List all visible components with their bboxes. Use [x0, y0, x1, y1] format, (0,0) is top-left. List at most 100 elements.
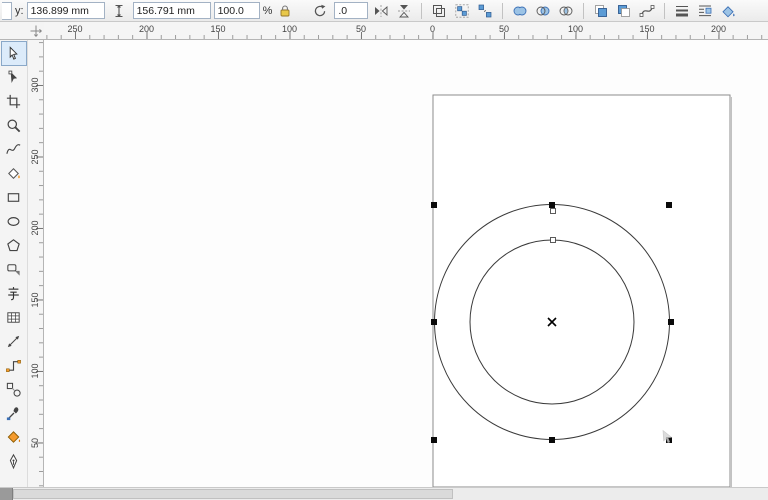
- toolbox-item-parallel-dimension-tool[interactable]: [2, 330, 26, 353]
- crop-tool-icon: [5, 93, 22, 110]
- selection-handle-middle-left[interactable]: [431, 319, 437, 325]
- horizontal-ruler[interactable]: 250 200 150 100 50 0 50 100 150 200: [44, 22, 768, 40]
- y-label: y:: [15, 5, 24, 17]
- h-ruler-label: 0: [430, 24, 435, 34]
- separator: [421, 3, 422, 19]
- ruler-corner[interactable]: [0, 22, 44, 40]
- rotation-angle-input[interactable]: [334, 2, 368, 19]
- toolbox-item-zoom-tool[interactable]: [2, 114, 26, 137]
- mirror-vertical-button[interactable]: [394, 1, 414, 21]
- wrap-text-button[interactable]: [695, 1, 715, 21]
- h-ruler-label: 200: [711, 24, 726, 34]
- percent-label: %: [263, 5, 273, 17]
- to-back-icon: [616, 3, 632, 19]
- parallel-dimension-tool-icon: [5, 333, 22, 350]
- v-ruler-label: 200: [30, 220, 40, 235]
- toolbox-item-freehand-tool[interactable]: [2, 138, 26, 161]
- vertical-ruler[interactable]: 300 250 200 150 100 50: [28, 40, 44, 487]
- selection-handle-top-left[interactable]: [431, 202, 437, 208]
- toolbox-item-polygon-tool[interactable]: [2, 234, 26, 257]
- intersect-icon: [558, 3, 574, 19]
- color-eyedropper-tool-icon: [5, 405, 22, 422]
- toolbox-item-blend-tool[interactable]: [2, 378, 26, 401]
- mirror-horizontal-icon: [373, 3, 389, 19]
- toolbox-item-smart-fill-tool[interactable]: [2, 162, 26, 185]
- toolbox-item-interactive-fill-tool[interactable]: [2, 426, 26, 449]
- y-position-input[interactable]: [27, 2, 105, 19]
- pick-tool-icon: [5, 45, 22, 62]
- selection-handle-top-right[interactable]: [666, 202, 672, 208]
- shape-tool-icon: [5, 69, 22, 86]
- toolbox-item-ellipse-tool[interactable]: [2, 210, 26, 233]
- group-button[interactable]: [452, 1, 472, 21]
- straight-line-connector-tool-icon: [5, 357, 22, 374]
- v-ruler-label: 250: [30, 149, 40, 164]
- mirror-horizontal-button[interactable]: [371, 1, 391, 21]
- edit-fill-button[interactable]: [718, 1, 738, 21]
- canvas-svg: [44, 40, 768, 487]
- page: [433, 95, 730, 487]
- scrollbar-left-button[interactable]: [0, 488, 13, 500]
- toolbox-item-text-tool[interactable]: [2, 282, 26, 305]
- table-tool-icon: [5, 309, 22, 326]
- to-front-icon: [593, 3, 609, 19]
- group-icon: [454, 3, 470, 19]
- ellipse-tool-icon: [5, 213, 22, 230]
- interactive-fill-tool-icon: [5, 429, 22, 446]
- object-height-icon: [108, 0, 130, 22]
- weld-icon: [512, 3, 528, 19]
- toolbox-item-pick-tool[interactable]: [2, 42, 26, 65]
- ellipse-node-outer[interactable]: [551, 209, 556, 214]
- to-back-button[interactable]: [614, 1, 634, 21]
- intersect-button[interactable]: [556, 1, 576, 21]
- v-ruler-label: 100: [30, 363, 40, 378]
- horizontal-scrollbar[interactable]: [0, 487, 768, 500]
- combine-button[interactable]: [429, 1, 449, 21]
- v-ruler-label: 300: [30, 77, 40, 92]
- x-position-input[interactable]: [2, 2, 12, 20]
- toolbox-item-shape-tool[interactable]: [2, 66, 26, 89]
- trim-button[interactable]: [533, 1, 553, 21]
- basic-shapes-tool-icon: [5, 261, 22, 278]
- outline-width-button[interactable]: [672, 1, 692, 21]
- weld-button[interactable]: [510, 1, 530, 21]
- toolbox-item-table-tool[interactable]: [2, 306, 26, 329]
- h-ruler-label: 250: [67, 24, 82, 34]
- scale-input[interactable]: [214, 2, 260, 19]
- toolbox-item-color-eyedropper-tool[interactable]: [2, 402, 26, 425]
- blend-tool-icon: [5, 381, 22, 398]
- edit-fill-icon: [720, 3, 736, 19]
- lock-ratio-button[interactable]: [275, 1, 295, 21]
- toolbox-item-crop-tool[interactable]: [2, 90, 26, 113]
- combine-icon: [431, 3, 447, 19]
- outline-width-icon: [674, 3, 690, 19]
- ungroup-button[interactable]: [475, 1, 495, 21]
- selection-handle-middle-right[interactable]: [668, 319, 674, 325]
- ellipse-node-inner[interactable]: [551, 238, 556, 243]
- rectangle-tool-icon: [5, 189, 22, 206]
- selection-handle-top-center[interactable]: [549, 202, 555, 208]
- rotate-icon: [309, 0, 331, 22]
- separator: [583, 3, 584, 19]
- v-ruler-label: 150: [30, 292, 40, 307]
- h-ruler-label: 100: [568, 24, 583, 34]
- toolbox-item-straight-line-connector-tool[interactable]: [2, 354, 26, 377]
- to-front-button[interactable]: [591, 1, 611, 21]
- toolbox-item-outline-pen-tool[interactable]: [2, 450, 26, 473]
- selection-handle-bottom-left[interactable]: [431, 437, 437, 443]
- height-input[interactable]: [133, 2, 211, 19]
- ungroup-icon: [477, 3, 493, 19]
- toolbox-item-rectangle-tool[interactable]: [2, 186, 26, 209]
- h-ruler-label: 150: [639, 24, 654, 34]
- wrap-text-icon: [697, 3, 713, 19]
- scrollbar-thumb[interactable]: [13, 489, 453, 499]
- h-ruler-label: 100: [282, 24, 297, 34]
- lock-ratio-icon: [277, 3, 293, 19]
- convert-to-curves-button[interactable]: [637, 1, 657, 21]
- h-ruler-label: 50: [499, 24, 509, 34]
- toolbox-item-basic-shapes-tool[interactable]: [2, 258, 26, 281]
- drawing-canvas[interactable]: [44, 40, 768, 487]
- selection-handle-bottom-center[interactable]: [549, 437, 555, 443]
- ruler-origin-icon: [29, 24, 43, 38]
- v-ruler-label: 50: [30, 437, 40, 447]
